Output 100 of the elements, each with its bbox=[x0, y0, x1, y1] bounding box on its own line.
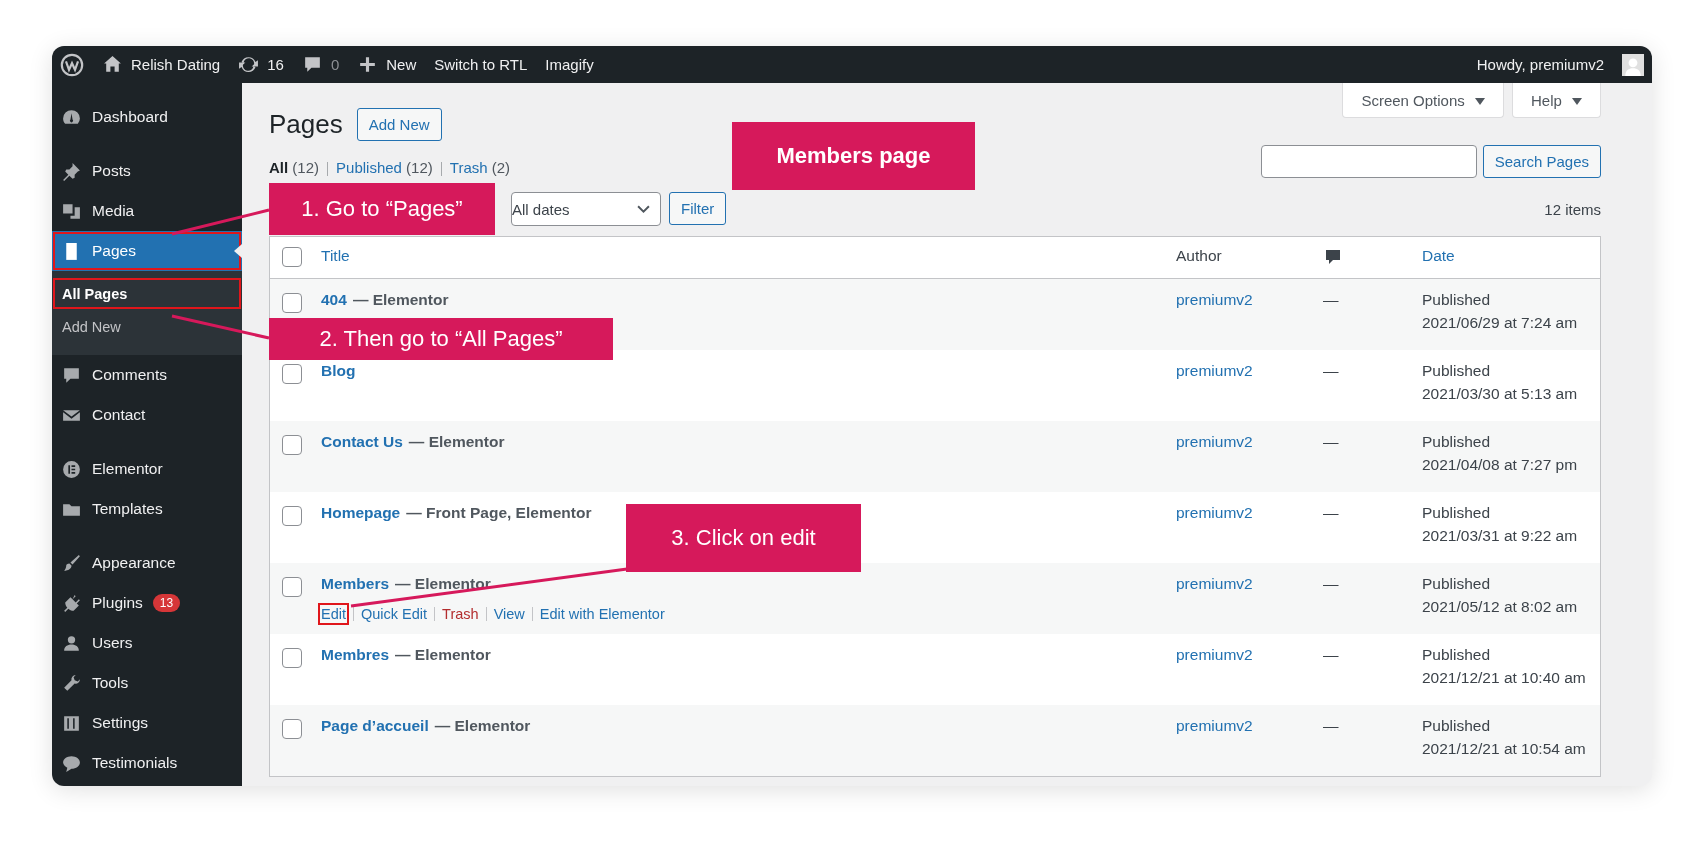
row-action-link[interactable]: Quick Edit bbox=[358, 603, 431, 625]
updates-count[interactable]: 16 bbox=[267, 56, 284, 73]
circle-e-icon bbox=[61, 458, 82, 480]
post-status: Published bbox=[1422, 646, 1492, 664]
row-checkbox[interactable] bbox=[282, 364, 302, 384]
page-state-label: — Elementor bbox=[408, 433, 505, 450]
post-date: 2021/12/21 at 10:40 am bbox=[1422, 669, 1587, 687]
row-action-link[interactable]: Edit with Elementor bbox=[536, 603, 668, 625]
row-action-link[interactable]: Edit bbox=[318, 603, 349, 625]
author-link[interactable]: premiumv2 bbox=[1176, 362, 1253, 379]
author-link[interactable]: premiumv2 bbox=[1176, 646, 1253, 663]
comment-count: — bbox=[1323, 504, 1339, 521]
filter-button[interactable]: Filter bbox=[669, 192, 727, 225]
select-all-checkbox[interactable] bbox=[282, 247, 302, 267]
sidebar-menu-item[interactable]: Contact bbox=[52, 395, 242, 435]
page-title-link[interactable]: Contact Us bbox=[321, 433, 403, 450]
page-state-label: — Elementor bbox=[395, 575, 491, 592]
site-name-link[interactable]: Relish Dating bbox=[131, 56, 221, 73]
pointer-triangle-icon bbox=[234, 244, 242, 258]
row-action-link[interactable]: Trash bbox=[439, 603, 482, 625]
row-checkbox[interactable] bbox=[282, 506, 302, 526]
row-checkbox[interactable] bbox=[282, 648, 302, 668]
sidebar-menu-item[interactable]: Elementor bbox=[52, 449, 242, 489]
wordpress-logo-icon[interactable] bbox=[60, 52, 84, 77]
caret-icon bbox=[1474, 98, 1485, 106]
new-link[interactable]: New bbox=[386, 56, 417, 73]
comment-count: — bbox=[1323, 362, 1339, 379]
post-date: 2021/04/08 at 7:27 pm bbox=[1422, 456, 1579, 474]
row-checkbox[interactable] bbox=[282, 435, 302, 455]
comment-count: — bbox=[1323, 433, 1339, 450]
avatar-silhouette-icon[interactable] bbox=[1622, 53, 1644, 76]
page-title-link[interactable]: Members bbox=[321, 575, 390, 592]
row-checkbox[interactable] bbox=[282, 719, 302, 739]
row-checkbox[interactable] bbox=[282, 293, 302, 313]
post-status: Published bbox=[1422, 291, 1492, 309]
status-filter-link[interactable]: Trash (2) bbox=[449, 158, 511, 176]
date-filter-dropdown[interactable]: All dates bbox=[511, 192, 661, 226]
callout-step: 3. Click on edit bbox=[626, 504, 861, 572]
comment-count: — bbox=[1323, 717, 1339, 734]
page-title-link[interactable]: Membres bbox=[321, 646, 390, 663]
column-header: Author bbox=[1176, 247, 1222, 264]
author-link[interactable]: premiumv2 bbox=[1176, 575, 1253, 592]
admin-bar-link[interactable]: Switch to RTL bbox=[434, 56, 528, 73]
comments-count[interactable]: 0 bbox=[330, 56, 340, 73]
greeting-link[interactable]: Howdy, premiumv2 bbox=[1476, 56, 1604, 73]
row-action-link[interactable]: View bbox=[490, 603, 528, 625]
post-status: Published bbox=[1422, 362, 1492, 380]
comment-count: — bbox=[1323, 575, 1339, 592]
author-link[interactable]: premiumv2 bbox=[1176, 504, 1253, 521]
house-icon bbox=[102, 54, 123, 75]
sidebar-menu-item[interactable]: Templates bbox=[52, 489, 242, 529]
sidebar-menu-item[interactable]: Tools bbox=[52, 663, 242, 703]
sidebar-menu-item[interactable]: Plugins 13 bbox=[52, 583, 242, 623]
sidebar-menu-item[interactable]: Comments bbox=[52, 355, 242, 395]
page-state-label: — Front Page, Elementor bbox=[406, 504, 592, 521]
comment-count: — bbox=[1323, 291, 1339, 308]
post-date: 2021/03/30 at 5:13 am bbox=[1422, 385, 1579, 403]
item-count: 12 items bbox=[1544, 200, 1601, 218]
status-filter-link[interactable]: All (12) bbox=[269, 158, 320, 176]
search-field[interactable] bbox=[1260, 145, 1477, 178]
page-title-link[interactable]: Homepage bbox=[321, 504, 401, 521]
add-new-button[interactable]: Add New bbox=[356, 108, 442, 141]
page-title-link[interactable]: Blog bbox=[321, 362, 356, 379]
sidebar-menu-item[interactable]: Users bbox=[52, 623, 242, 663]
update-count-badge: 13 bbox=[152, 594, 181, 612]
post-status: Published bbox=[1422, 717, 1492, 735]
post-date: 2021/05/12 at 8:02 am bbox=[1422, 598, 1579, 616]
author-link[interactable]: premiumv2 bbox=[1176, 433, 1253, 450]
page-title-link[interactable]: 404 bbox=[321, 291, 347, 308]
author-link[interactable]: premiumv2 bbox=[1176, 291, 1253, 308]
sidebar-menu-item[interactable]: Pages bbox=[52, 231, 242, 271]
caret-icon bbox=[1572, 98, 1582, 106]
submenu-item[interactable]: All Pages bbox=[52, 277, 242, 310]
search-pages-button[interactable]: Search Pages bbox=[1482, 145, 1601, 178]
page-title: Pages bbox=[269, 109, 343, 140]
column-header[interactable]: Title bbox=[321, 247, 350, 264]
submenu-item[interactable]: Add New bbox=[52, 310, 242, 343]
speech-bubble-icon bbox=[1323, 247, 1343, 267]
admin-bar-link[interactable]: Imagify bbox=[545, 56, 594, 73]
status-filter-link[interactable]: Published (12) bbox=[336, 158, 433, 176]
sidebar-menu-item[interactable]: Appearance bbox=[52, 543, 242, 583]
sidebar-menu-item[interactable]: Dashboard bbox=[52, 97, 242, 137]
post-status: Published bbox=[1422, 433, 1492, 451]
wrench-icon bbox=[61, 672, 82, 694]
sidebar-menu-item[interactable]: Testimonials bbox=[52, 743, 242, 783]
sidebar-menu-item[interactable]: Media bbox=[52, 191, 242, 231]
sidebar-menu-item[interactable]: Settings bbox=[52, 703, 242, 743]
row-checkbox[interactable] bbox=[282, 577, 302, 597]
post-date: 2021/03/31 at 9:22 am bbox=[1422, 527, 1579, 545]
page-title-link[interactable]: Page d’accueil bbox=[321, 717, 429, 734]
callout-title: Members page bbox=[732, 122, 975, 190]
page-state-label: — Elementor bbox=[352, 291, 449, 308]
column-header[interactable]: Date bbox=[1422, 247, 1455, 264]
post-status: Published bbox=[1422, 575, 1492, 593]
help-button[interactable]: Help bbox=[1511, 83, 1601, 118]
sidebar-menu-item[interactable]: Posts bbox=[52, 151, 242, 191]
callout-step: 2. Then go to “All Pages” bbox=[269, 318, 613, 360]
callout-step: 1. Go to “Pages” bbox=[269, 183, 495, 235]
screen-options-button[interactable]: Screen Options bbox=[1342, 83, 1504, 118]
author-link[interactable]: premiumv2 bbox=[1176, 717, 1253, 734]
